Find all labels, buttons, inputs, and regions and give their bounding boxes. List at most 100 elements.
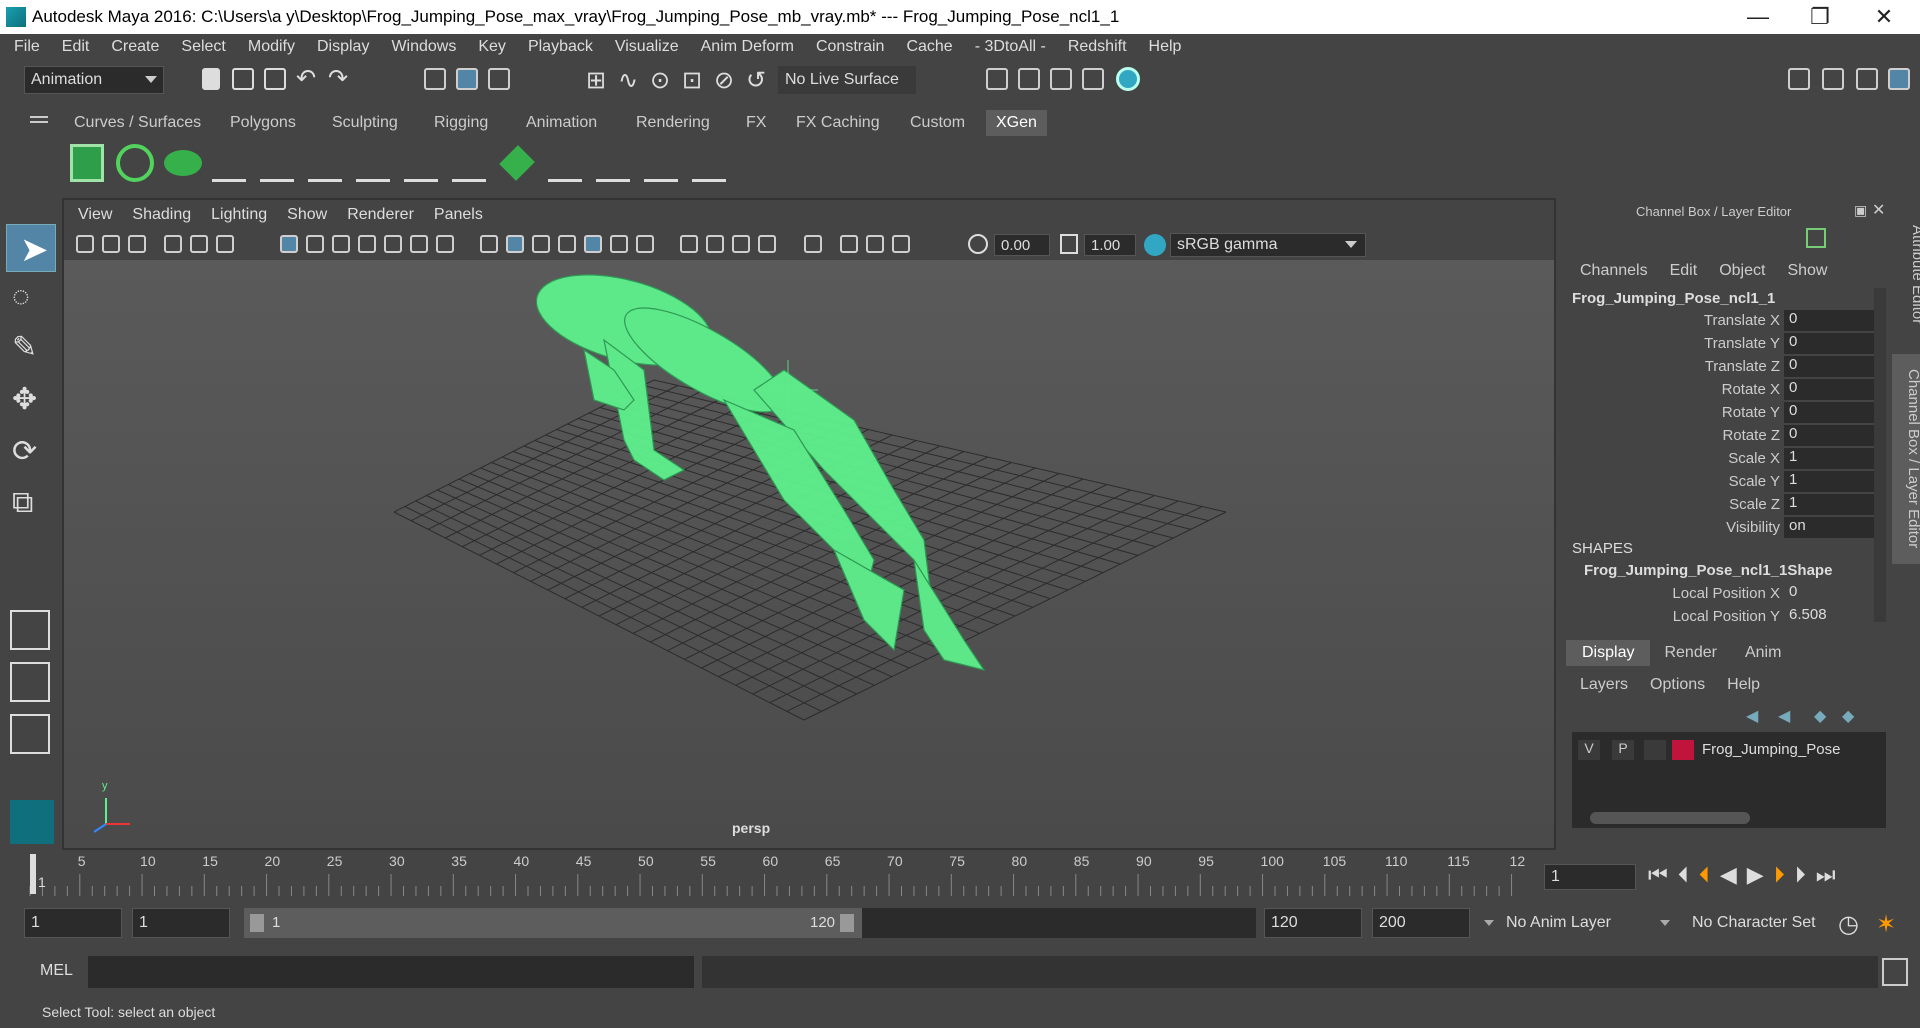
menu-windows[interactable]: Windows [391,38,456,56]
new-layer-selected-icon[interactable]: ◆ [1842,706,1854,726]
move-layer-down-icon[interactable]: ◀ [1778,706,1790,726]
layout-single-icon[interactable] [10,610,50,650]
range-slider-handle[interactable]: 1 120 [244,908,862,938]
motion-blur-icon[interactable] [706,235,724,253]
bookmark-icon[interactable] [128,235,146,253]
attribute-editor-toggle-icon[interactable] [1822,68,1844,90]
menu-playback[interactable]: Playback [528,38,593,56]
channel-row[interactable]: Rotate Y0 [1570,402,1886,424]
go-to-start-icon[interactable]: ⏮ [1648,862,1668,888]
step-forward-key-icon[interactable]: ⏵ [1774,862,1785,888]
manipulator-icon[interactable] [1806,228,1826,248]
snap-grid-icon[interactable]: ⊞ [586,66,606,95]
xgen-sculpt-guide-icon[interactable] [356,144,390,182]
depth-of-field-icon[interactable] [758,235,776,253]
menu-3dtoall[interactable]: - 3DtoAll - [975,38,1046,56]
current-time-marker[interactable] [30,854,36,894]
channel-row[interactable]: Scale Y1 [1570,471,1886,493]
grid-toggle-icon[interactable] [280,235,298,253]
hypershade-icon[interactable] [1116,67,1140,91]
chevron-down-icon[interactable] [1484,920,1494,931]
edit-menu[interactable]: Edit [1670,262,1698,280]
xgen-guide-curves-icon[interactable] [452,144,486,182]
xgen-create-description-icon[interactable] [164,150,202,176]
animation-end-field[interactable]: 200 [1372,908,1470,938]
field-chart-icon[interactable] [384,235,402,253]
render-frame-icon[interactable] [1018,68,1040,90]
channel-scrollbar[interactable] [1874,288,1886,622]
xgen-place-guide-icon[interactable] [260,144,294,182]
wireframe-icon[interactable] [480,235,498,253]
layers-menu[interactable]: Layers [1580,676,1628,694]
range-slider-track[interactable]: 1 120 [244,908,1256,938]
viewport-menu-renderer[interactable]: Renderer [347,206,414,224]
tab-rigging[interactable]: Rigging [424,110,498,136]
channel-row[interactable]: Translate X0 [1570,310,1886,332]
channel-value[interactable]: 0 [1784,379,1880,400]
channel-row[interactable]: Scale Z1 [1570,494,1886,516]
viewport-menu-panels[interactable]: Panels [434,206,483,224]
script-editor-icon[interactable] [1882,958,1908,986]
channel-row[interactable]: Rotate X0 [1570,379,1886,401]
viewport-menu-shading[interactable]: Shading [132,206,191,224]
scale-tool-icon[interactable]: ⧉ [12,486,33,520]
step-back-frame-icon[interactable]: ⏴ [1678,862,1689,888]
lasso-tool-icon[interactable]: ◌ [12,280,30,314]
xgen-rebuild-icon[interactable] [548,144,582,182]
new-layer-icon[interactable]: ◆ [1814,706,1826,726]
exposure-field[interactable]: 0.00 [994,234,1050,256]
tool-settings-toggle-icon[interactable] [1856,68,1878,90]
gate-mask-icon[interactable] [358,235,376,253]
menu-visualize[interactable]: Visualize [615,38,679,56]
xgen-select-guide-icon[interactable] [308,144,342,182]
viewport-menu-show[interactable]: Show [287,206,327,224]
modeling-toolkit-icon[interactable] [1788,68,1810,90]
channel-row[interactable]: Translate Y0 [1570,333,1886,355]
render-settings-icon[interactable] [986,68,1008,90]
xgen-preview-icon[interactable] [116,144,154,182]
camera-attributes-icon[interactable] [102,235,120,253]
view-transform-select[interactable]: sRGB gamma [1170,233,1366,257]
xray-active-icon[interactable] [866,235,884,253]
shelf-menu-icon[interactable] [30,116,48,118]
layer-display-type-toggle[interactable] [1644,740,1666,760]
command-language-label[interactable]: MEL [40,962,73,980]
options-menu[interactable]: Options [1650,676,1705,694]
xgen-bake-guides-icon[interactable] [596,144,630,182]
channel-row[interactable]: Visibility on [1570,517,1886,539]
menu-file[interactable]: File [14,38,40,56]
close-panel-icon[interactable]: ✕ [1872,200,1885,220]
chevron-down-icon[interactable] [1660,920,1670,931]
restore-button[interactable]: ❐ [1792,0,1848,34]
undo-icon[interactable]: ↶ [296,64,316,93]
multisample-aa-icon[interactable] [732,235,750,253]
move-layer-up-icon[interactable]: ◀ [1746,706,1758,726]
wireframe-on-shaded-icon[interactable] [558,235,576,253]
tab-fx-caching[interactable]: FX Caching [786,110,890,136]
channel-value[interactable]: 1 [1784,448,1880,469]
tab-animation[interactable]: Animation [516,110,607,136]
channel-value[interactable]: 1 [1784,494,1880,515]
ipr-render-icon[interactable] [1050,68,1072,90]
viewport-menu-lighting[interactable]: Lighting [211,206,267,224]
channel-value[interactable]: 0 [1784,402,1880,423]
tab-fx[interactable]: FX [736,110,776,136]
xgen-editor-icon[interactable] [70,144,104,182]
save-scene-icon[interactable] [264,68,286,90]
default-material-icon[interactable] [532,235,550,253]
current-frame-field[interactable]: 1 [1544,864,1636,890]
channel-box-toggle-icon[interactable] [1888,68,1910,90]
help-menu[interactable]: Help [1727,676,1760,694]
float-panel-icon[interactable]: ▣ [1854,202,1867,219]
menu-redshift[interactable]: Redshift [1068,38,1127,56]
snap-live-icon[interactable]: ⊘ [714,66,734,95]
tab-rendering[interactable]: Rendering [626,110,720,136]
xray-joints-icon[interactable] [892,235,910,253]
snap-curve-icon[interactable]: ∿ [618,66,638,95]
channel-value[interactable]: 6.508 [1784,606,1880,627]
safe-title-icon[interactable] [436,235,454,253]
color-management-icon[interactable] [1144,234,1166,256]
open-scene-icon[interactable] [232,68,254,90]
play-forwards-icon[interactable]: ▶ [1747,862,1764,888]
channels-menu[interactable]: Channels [1580,262,1648,280]
